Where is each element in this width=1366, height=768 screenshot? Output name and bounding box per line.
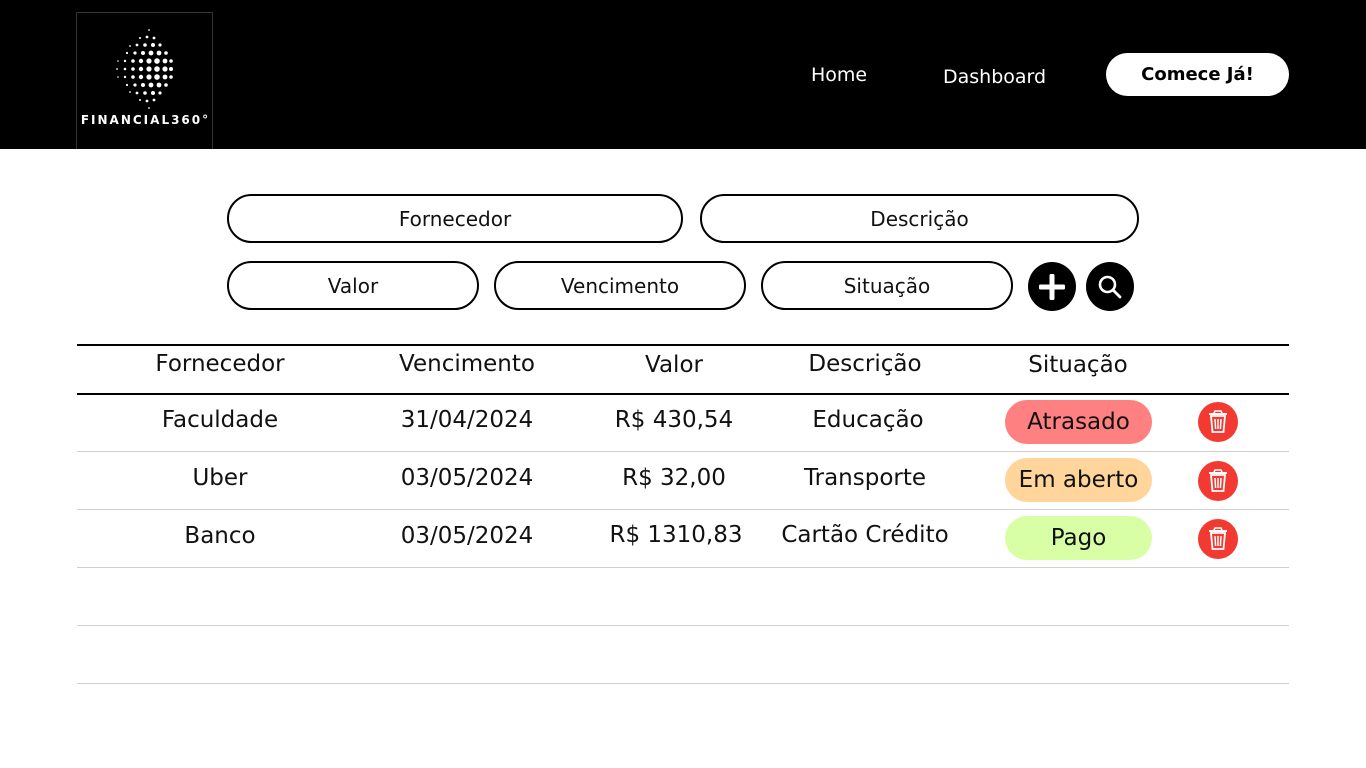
cell-descricao: Educação: [812, 407, 924, 433]
valor-field[interactable]: Valor: [227, 261, 479, 310]
status-badge: Atrasado: [1005, 400, 1152, 444]
cell-valor: R$ 430,54: [614, 407, 734, 433]
row-divider: [77, 625, 1289, 626]
nav-dashboard-link[interactable]: Dashboard: [943, 66, 1046, 88]
row-divider: [77, 509, 1289, 510]
situacao-field[interactable]: Situação: [761, 261, 1013, 310]
vencimento-field[interactable]: Vencimento: [494, 261, 746, 310]
logo[interactable]: FINANCIAL360°: [76, 12, 213, 149]
search-button[interactable]: [1086, 262, 1134, 311]
column-header-fornecedor: Fornecedor: [155, 351, 285, 377]
plus-icon: [1039, 273, 1065, 300]
table-header-border: [77, 393, 1289, 395]
cell-descricao: Transporte: [803, 465, 927, 491]
table-top-border: [77, 344, 1289, 346]
delete-button[interactable]: [1198, 461, 1238, 501]
cell-fornecedor: Banco: [184, 523, 256, 549]
row-divider: [77, 683, 1289, 684]
delete-button[interactable]: [1198, 402, 1238, 442]
search-icon: [1098, 275, 1122, 298]
logo-text: FINANCIAL360°: [80, 113, 211, 127]
globe-icon: [116, 29, 173, 109]
row-divider: [77, 451, 1289, 452]
cell-valor: R$ 32,00: [622, 465, 726, 491]
add-button[interactable]: [1028, 262, 1076, 311]
column-header-situacao: Situação: [1028, 352, 1128, 378]
cell-descricao: Cartão Crédito: [781, 522, 949, 548]
cell-vencimento: 03/05/2024: [400, 465, 534, 491]
column-header-descricao: Descrição: [808, 351, 922, 377]
cell-fornecedor: Faculdade: [161, 407, 279, 433]
trash-icon: [1209, 410, 1227, 433]
trash-icon: [1209, 469, 1227, 492]
cell-valor: R$ 1310,83: [609, 522, 743, 548]
column-header-vencimento: Vencimento: [399, 351, 535, 377]
column-header-valor: Valor: [645, 352, 703, 378]
row-divider: [77, 567, 1289, 568]
cell-fornecedor: Uber: [192, 465, 248, 491]
cell-vencimento: 03/05/2024: [400, 523, 534, 549]
cell-vencimento: 31/04/2024: [400, 407, 534, 433]
status-badge: Em aberto: [1005, 458, 1152, 502]
trash-icon: [1209, 527, 1227, 550]
header-bar: FINANCIAL360° Home Dashboard Comece Já!: [0, 0, 1366, 149]
start-now-button[interactable]: Comece Já!: [1106, 53, 1289, 96]
fornecedor-field[interactable]: Fornecedor: [227, 194, 683, 243]
delete-button[interactable]: [1198, 519, 1238, 559]
descricao-field[interactable]: Descrição: [700, 194, 1139, 243]
status-badge: Pago: [1005, 516, 1152, 560]
nav-home-link[interactable]: Home: [811, 64, 867, 86]
